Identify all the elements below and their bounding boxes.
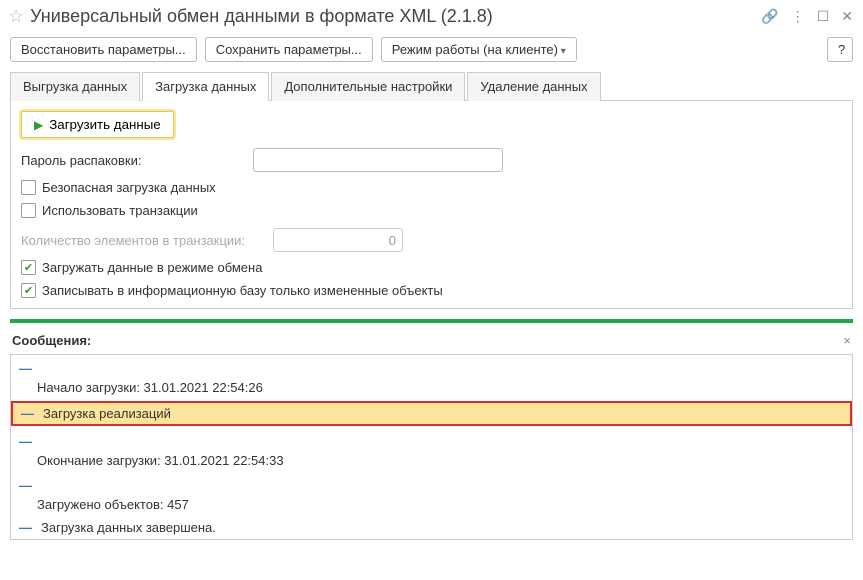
use-tx-checkbox[interactable] xyxy=(21,203,36,218)
save-params-button[interactable]: Сохранить параметры... xyxy=(205,37,373,62)
close-icon[interactable]: ✕ xyxy=(841,8,853,25)
exchange-mode-checkbox[interactable] xyxy=(21,260,36,275)
tab-settings[interactable]: Дополнительные настройки xyxy=(271,72,465,101)
collapse-icon[interactable]: — xyxy=(21,406,33,421)
import-panel: ▶ Загрузить данные Пароль распаковки: Бе… xyxy=(10,101,853,309)
load-data-button[interactable]: ▶ Загрузить данные xyxy=(21,111,174,138)
message-group[interactable]: — xyxy=(11,472,852,493)
window-title: Универсальный обмен данными в формате XM… xyxy=(30,6,761,27)
work-mode-dropdown[interactable]: Режим работы (на клиенте) xyxy=(381,37,577,62)
safe-load-checkbox[interactable] xyxy=(21,180,36,195)
favorite-star-icon[interactable]: ☆ xyxy=(8,6,24,27)
message-item[interactable]: Окончание загрузки: 31.01.2021 22:54:33 xyxy=(11,449,852,472)
tab-delete[interactable]: Удаление данных xyxy=(467,72,600,101)
message-text: Загрузка реализаций xyxy=(43,406,171,421)
tab-bar: Выгрузка данных Загрузка данных Дополнит… xyxy=(10,72,853,101)
password-input[interactable] xyxy=(253,148,503,172)
tab-export[interactable]: Выгрузка данных xyxy=(10,72,140,101)
collapse-icon[interactable]: — xyxy=(19,520,31,535)
password-label: Пароль распаковки: xyxy=(21,153,141,168)
tx-count-label: Количество элементов в транзакции: xyxy=(21,233,245,248)
close-messages-icon[interactable]: × xyxy=(843,333,851,348)
message-item[interactable]: Загружено объектов: 457 xyxy=(11,493,852,516)
message-item[interactable]: Начало загрузки: 31.01.2021 22:54:26 xyxy=(11,376,852,399)
exchange-mode-label: Загружать данные в режиме обмена xyxy=(42,260,262,275)
message-text: Загрузка данных завершена. xyxy=(41,520,216,535)
use-tx-label: Использовать транзакции xyxy=(42,203,198,218)
messages-list: — Начало загрузки: 31.01.2021 22:54:26 —… xyxy=(10,354,853,540)
maximize-icon[interactable]: ☐ xyxy=(817,8,830,25)
messages-title: Сообщения: xyxy=(12,333,91,348)
message-item-highlighted[interactable]: — Загрузка реализаций xyxy=(11,401,852,426)
link-icon[interactable]: 🔗 xyxy=(761,8,778,25)
message-item[interactable]: — Загрузка данных завершена. xyxy=(11,516,852,539)
message-text: Загружено объектов: 457 xyxy=(37,497,189,512)
message-text: Окончание загрузки: 31.01.2021 22:54:33 xyxy=(37,453,284,468)
restore-params-button[interactable]: Восстановить параметры... xyxy=(10,37,197,62)
write-changed-label: Записывать в информационную базу только … xyxy=(42,283,443,298)
safe-load-label: Безопасная загрузка данных xyxy=(42,180,216,195)
collapse-icon[interactable]: — xyxy=(19,434,31,449)
help-button[interactable]: ? xyxy=(827,37,853,62)
write-changed-checkbox[interactable] xyxy=(21,283,36,298)
more-icon[interactable]: ⋮ xyxy=(791,8,805,25)
message-group[interactable]: — xyxy=(11,355,852,376)
tab-import[interactable]: Загрузка данных xyxy=(142,72,269,101)
message-text: Начало загрузки: 31.01.2021 22:54:26 xyxy=(37,380,263,395)
collapse-icon[interactable]: — xyxy=(19,361,31,376)
play-icon: ▶ xyxy=(34,118,43,132)
load-data-label: Загрузить данные xyxy=(49,117,160,132)
collapse-icon[interactable]: — xyxy=(19,478,31,493)
tx-count-input[interactable] xyxy=(273,228,403,252)
message-group[interactable]: — xyxy=(11,428,852,449)
